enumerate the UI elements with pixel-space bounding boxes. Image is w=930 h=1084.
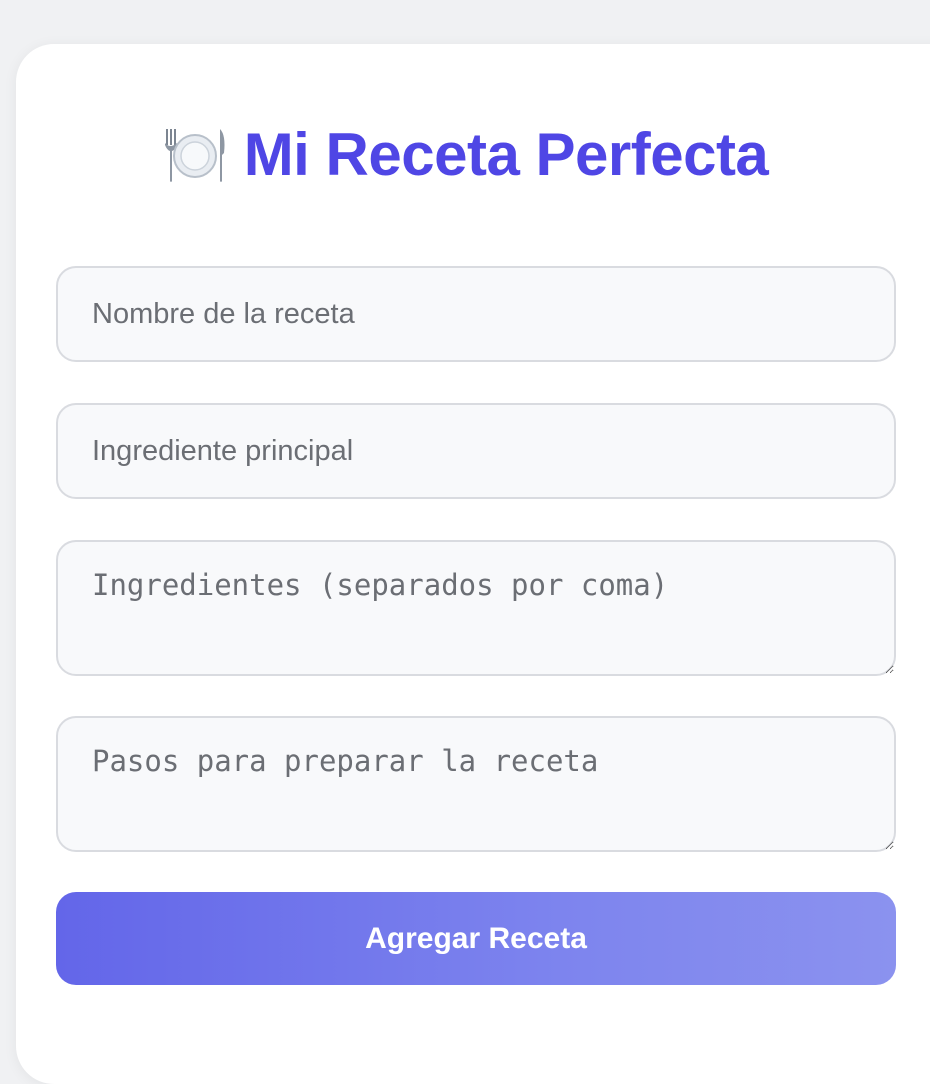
recipe-name-input[interactable] [56, 266, 896, 362]
add-recipe-button[interactable]: Agregar Receta [56, 892, 896, 985]
plate-with-cutlery-icon [162, 125, 228, 185]
main-ingredient-input[interactable] [56, 403, 896, 499]
page-title: Mi Receta Perfecta [0, 120, 930, 190]
steps-textarea[interactable] [56, 716, 896, 852]
app-title: Mi Receta Perfecta [243, 121, 769, 188]
ingredients-textarea[interactable] [56, 540, 896, 676]
